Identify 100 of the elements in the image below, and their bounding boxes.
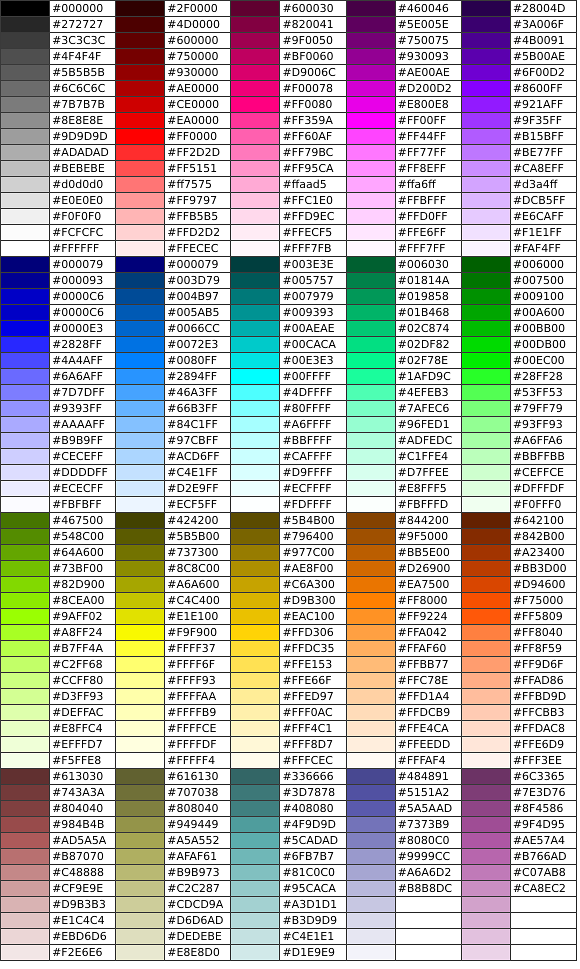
hex-code: #4D0000 — [164, 16, 231, 32]
hex-code: #FFAF60 — [395, 640, 462, 656]
hex-code: #0000E3 — [50, 320, 116, 336]
hex-code: #FFBB77 — [395, 656, 462, 672]
hex-code: #2894FF — [164, 368, 231, 384]
hex-code: #FF00FF — [395, 112, 462, 128]
hex-code: #FFE4CA — [395, 720, 462, 736]
hex-code: #A3D1D1 — [280, 896, 346, 912]
hex-code: #642100 — [510, 512, 576, 528]
hex-code: #d0d0d0 — [50, 176, 116, 192]
hex-code: #CECEFF — [50, 448, 116, 464]
hex-code: #6FB7B7 — [280, 848, 346, 864]
hex-code: #D1E9E9 — [280, 944, 346, 960]
hex-code: #4B0091 — [510, 32, 576, 48]
hex-code: #95CACA — [280, 880, 346, 896]
hex-code: #CF9E9E — [50, 880, 116, 896]
hex-code: #A8FF24 — [50, 624, 116, 640]
hex-code: #007979 — [280, 288, 346, 304]
hex-code: #00BB00 — [510, 320, 576, 336]
hex-code: #81C0C0 — [280, 864, 346, 880]
hex-code: #FFD306 — [280, 624, 346, 640]
hex-code: #9D9D9D — [50, 128, 116, 144]
hex-code: #FFECF5 — [280, 224, 346, 240]
hex-code: #8E8E8E — [50, 112, 116, 128]
hex-code: #ffa6ff — [395, 176, 462, 192]
hex-code: #BEBEBE — [50, 160, 116, 176]
hex-code: #FBFBFF — [50, 496, 116, 512]
hex-code: #5B5B00 — [164, 528, 231, 544]
hex-code: #600000 — [164, 32, 231, 48]
hex-code: #ffaad5 — [280, 176, 346, 192]
hex-code: #FFBFFF — [395, 192, 462, 208]
hex-code: #004B97 — [164, 288, 231, 304]
hex-code: #7E3D76 — [510, 784, 576, 800]
hex-code: #FFDCB9 — [395, 704, 462, 720]
hex-code: #D26900 — [395, 560, 462, 576]
hex-code: #00A600 — [510, 304, 576, 320]
hex-code: #1AFD9C — [395, 368, 462, 384]
hex-code: #80FFFF — [280, 400, 346, 416]
hex-code: #FF44FF — [395, 128, 462, 144]
hex-code: #616130 — [164, 768, 231, 784]
hex-code: #2F0000 — [164, 0, 231, 16]
hex-code: #FFFFAA — [164, 688, 231, 704]
hex-code: #3A006F — [510, 16, 576, 32]
hex-code: #D200D2 — [395, 80, 462, 96]
hex-code: #9F5000 — [395, 528, 462, 544]
hex-code: #FFE66F — [280, 672, 346, 688]
hex-code: #FFFFF4 — [164, 752, 231, 768]
hex-code: #E0E0E0 — [50, 192, 116, 208]
hex-code: #FFFF6F — [164, 656, 231, 672]
hex-code: #FF60AF — [280, 128, 346, 144]
hex-code: #5E005E — [395, 16, 462, 32]
hex-code: #4A4AFF — [50, 352, 116, 368]
hex-code: #FFD1A4 — [395, 688, 462, 704]
hex-code: #96FED1 — [395, 416, 462, 432]
hex-code: #CE0000 — [164, 96, 231, 112]
hex-code: #0000C6 — [50, 304, 116, 320]
hex-code: #F0F0F0 — [50, 208, 116, 224]
hex-code: #272727 — [50, 16, 116, 32]
hex-code: #FFECEC — [164, 240, 231, 256]
hex-code: #FF77FF — [395, 144, 462, 160]
hex-code: #FFF7FF — [395, 240, 462, 256]
hex-code: #A6FFFF — [280, 416, 346, 432]
hex-code: #FFE6D9 — [510, 736, 576, 752]
hex-code: #02F78E — [395, 352, 462, 368]
hex-code: #006000 — [510, 256, 576, 272]
hex-code: #467500 — [50, 512, 116, 528]
hex-code: #E8FFF5 — [395, 480, 462, 496]
hex-code: #FFFFCE — [164, 720, 231, 736]
hex-code: #28004D — [510, 0, 576, 16]
hex-code: #CCFF80 — [50, 672, 116, 688]
hex-code: #FDFFFF — [280, 496, 346, 512]
hex-code: #842B00 — [510, 528, 576, 544]
hex-code: #FFB5B5 — [164, 208, 231, 224]
hex-code: #613030 — [50, 768, 116, 784]
hex-code: #AE8F00 — [280, 560, 346, 576]
hex-code: #CA8EFF — [510, 160, 576, 176]
hex-code: #4DFFFF — [280, 384, 346, 400]
hex-code: #000079 — [50, 256, 116, 272]
hex-code: #9AFF02 — [50, 608, 116, 624]
hex-code: #A6FFA6 — [510, 432, 576, 448]
hex-code: #DDDDFF — [50, 464, 116, 480]
hex-code: #EA7500 — [395, 576, 462, 592]
hex-code: #F0FFF0 — [510, 496, 576, 512]
hex-code: #E800E8 — [395, 96, 462, 112]
hex-code: #FF5151 — [164, 160, 231, 176]
hex-code: #FFF4C1 — [280, 720, 346, 736]
hex-code: #84C1FF — [164, 416, 231, 432]
hex-code: #006030 — [395, 256, 462, 272]
hex-code: #804040 — [50, 800, 116, 816]
hex-code: #9F35FF — [510, 112, 576, 128]
hex-code: #D3FF93 — [50, 688, 116, 704]
hex-code: #CEFFCE — [510, 464, 576, 480]
hex-code: #9F0050 — [280, 32, 346, 48]
hex-code: #D9B300 — [280, 592, 346, 608]
hex-code: #C1FFE4 — [395, 448, 462, 464]
hex-code: #8C8C00 — [164, 560, 231, 576]
hex-code: #FF9797 — [164, 192, 231, 208]
hex-code: #F1E1FF — [510, 224, 576, 240]
hex-code: #FF2D2D — [164, 144, 231, 160]
hex-code: #BF0060 — [280, 48, 346, 64]
